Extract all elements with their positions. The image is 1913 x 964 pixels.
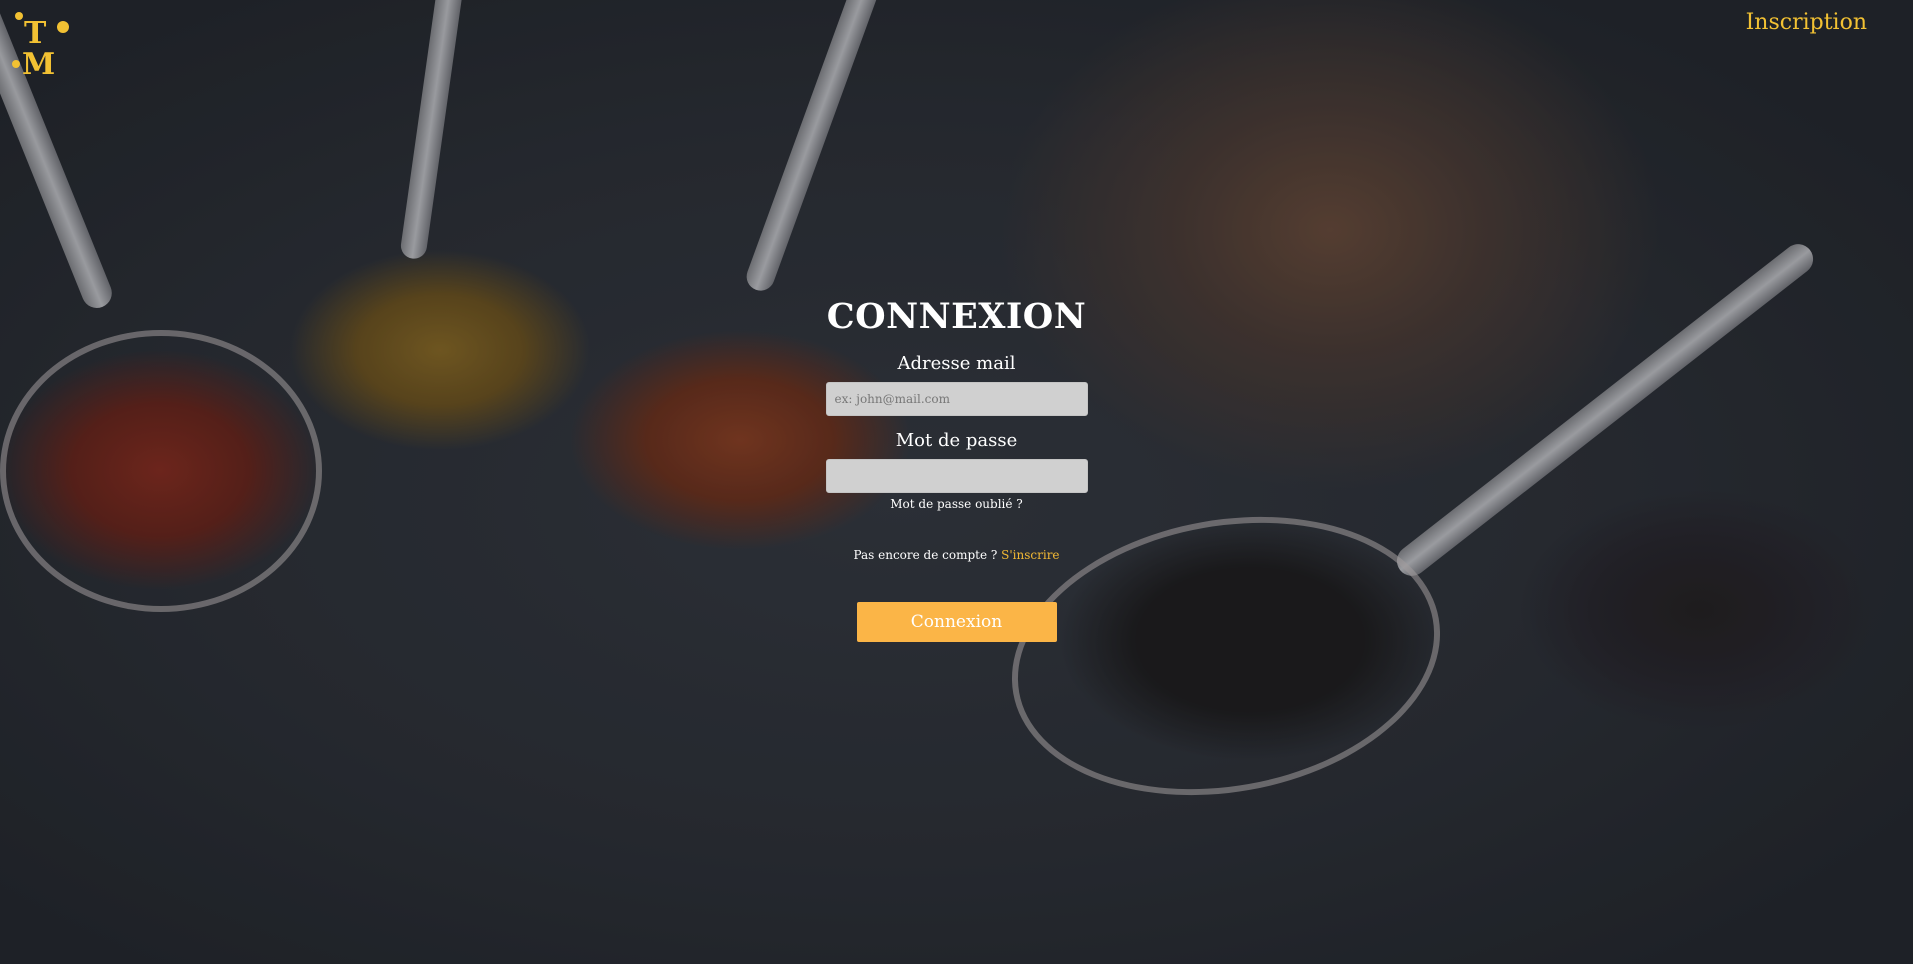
no-account-line: Pas encore de compte ? S'inscrire [853, 548, 1059, 562]
svg-text:M: M [22, 47, 55, 76]
login-form: CONNEXION Adresse mail Mot de passe Mot … [0, 296, 1913, 642]
page-title: CONNEXION [826, 296, 1087, 337]
login-button[interactable]: Connexion [856, 602, 1057, 642]
svg-text:T: T [24, 16, 47, 51]
password-field[interactable] [825, 459, 1088, 493]
password-label: Mot de passe [895, 430, 1018, 451]
email-label: Adresse mail [897, 353, 1016, 374]
site-logo[interactable]: T M [10, 10, 72, 82]
forgot-password-link[interactable]: Mot de passe oublié ? [890, 497, 1022, 511]
no-account-text: Pas encore de compte ? [853, 548, 998, 562]
register-link[interactable]: S'inscrire [1001, 548, 1059, 562]
email-field[interactable] [825, 382, 1088, 416]
tm-logo-icon: T M [12, 12, 69, 82]
header-signup-link[interactable]: Inscription [1746, 10, 1867, 35]
